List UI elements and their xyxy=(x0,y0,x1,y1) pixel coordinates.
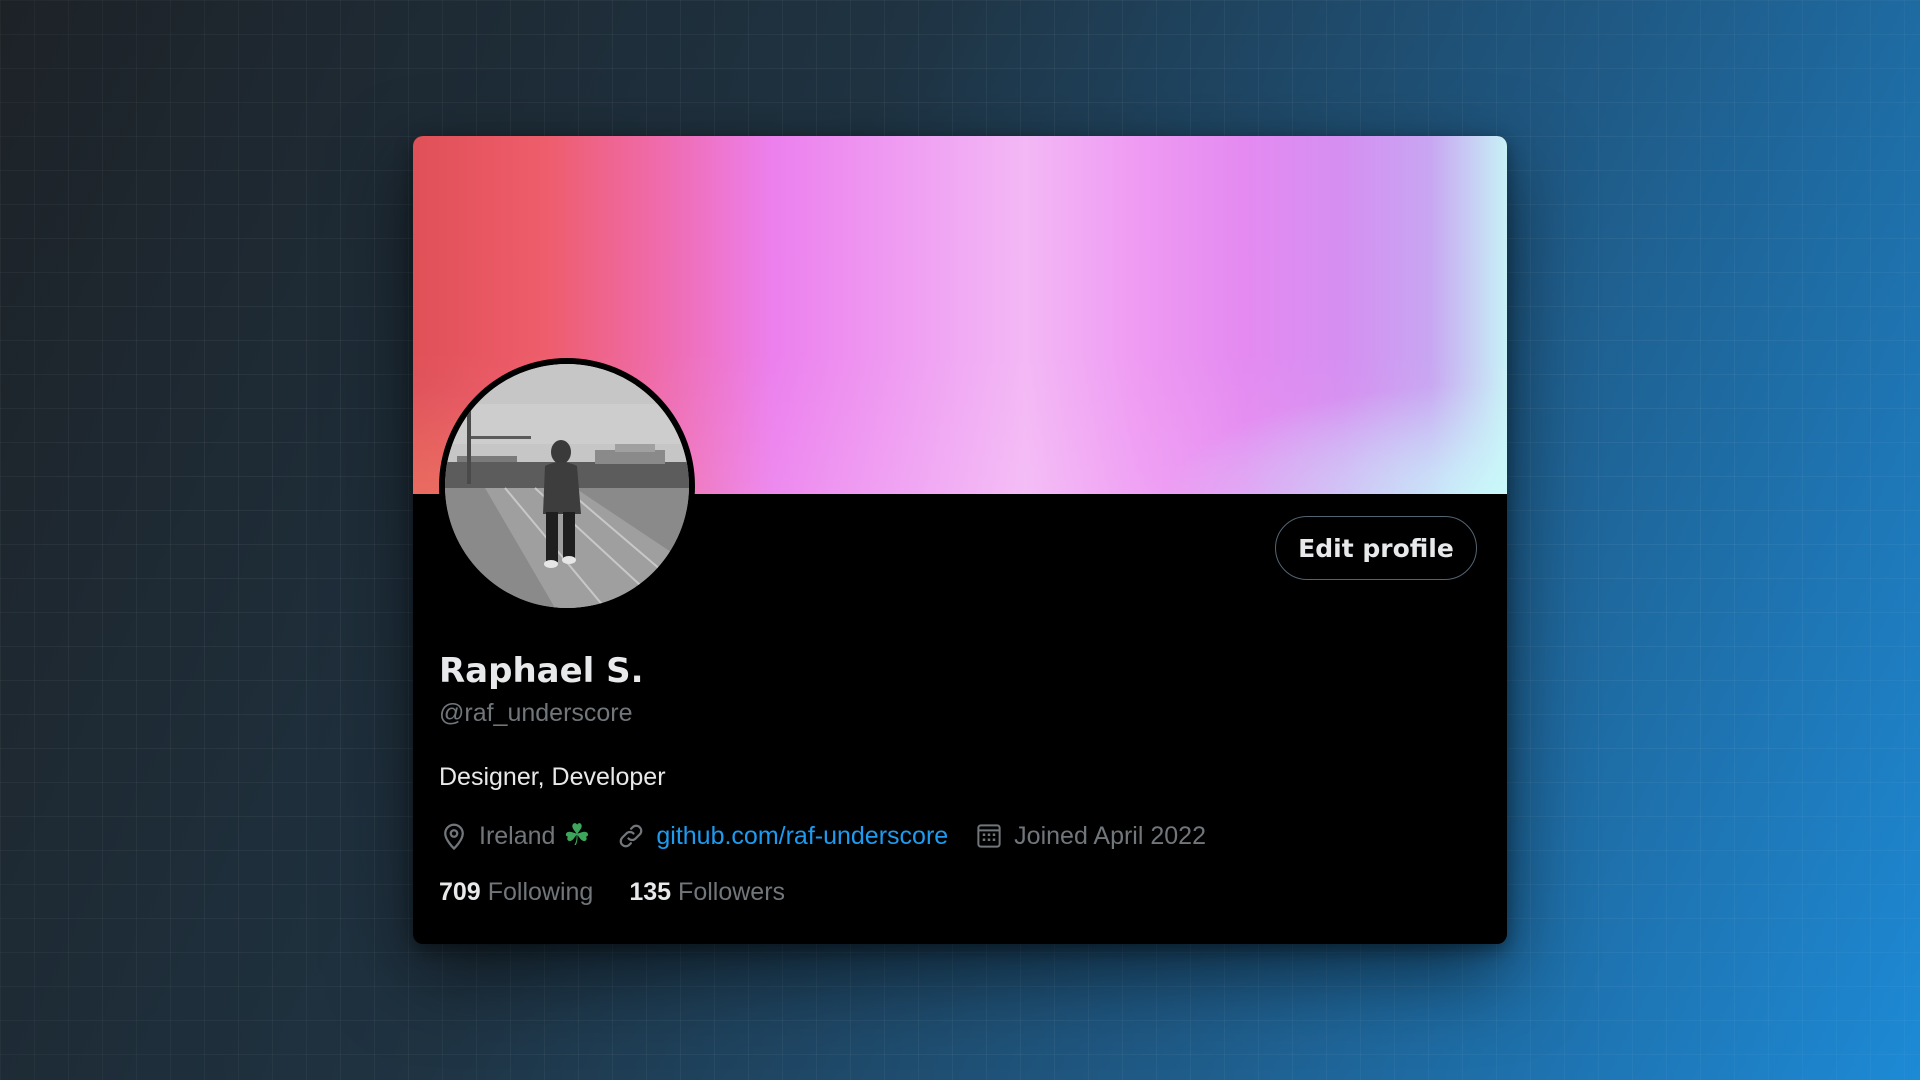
avatar-photo xyxy=(445,364,689,608)
following-label: Following xyxy=(487,878,594,906)
website-link[interactable]: github.com/raf-underscore xyxy=(656,822,948,851)
following-count: 709 xyxy=(439,878,481,906)
follow-stats: 709 Following 135 Followers xyxy=(439,878,785,907)
calendar-icon xyxy=(974,821,1004,851)
profile-handle: @raf_underscore xyxy=(439,699,633,727)
avatar[interactable] xyxy=(439,358,695,614)
following-stat[interactable]: 709 Following xyxy=(439,878,593,907)
website-item: github.com/raf-underscore xyxy=(616,821,948,851)
location-pin-icon xyxy=(439,821,469,851)
clover-emoji: ☘ xyxy=(563,819,591,852)
link-icon xyxy=(616,821,646,851)
profile-meta: Ireland ☘ github.com/raf-underscore Join… xyxy=(439,816,1206,856)
profile-card: Edit profile Raphael S. @raf_underscore … xyxy=(413,136,1507,944)
location-item: Ireland ☘ xyxy=(439,821,590,851)
edit-profile-button[interactable]: Edit profile xyxy=(1275,516,1477,580)
profile-name: Raphael S. xyxy=(439,651,644,691)
followers-label: Followers xyxy=(678,878,786,906)
joined-text: Joined April 2022 xyxy=(1014,821,1206,850)
followers-count: 135 xyxy=(629,878,672,906)
joined-item: Joined April 2022 xyxy=(974,821,1206,851)
profile-bio: Designer, Developer xyxy=(439,763,666,791)
followers-stat[interactable]: 135 Followers xyxy=(629,878,785,907)
location-text: Ireland xyxy=(479,821,556,850)
